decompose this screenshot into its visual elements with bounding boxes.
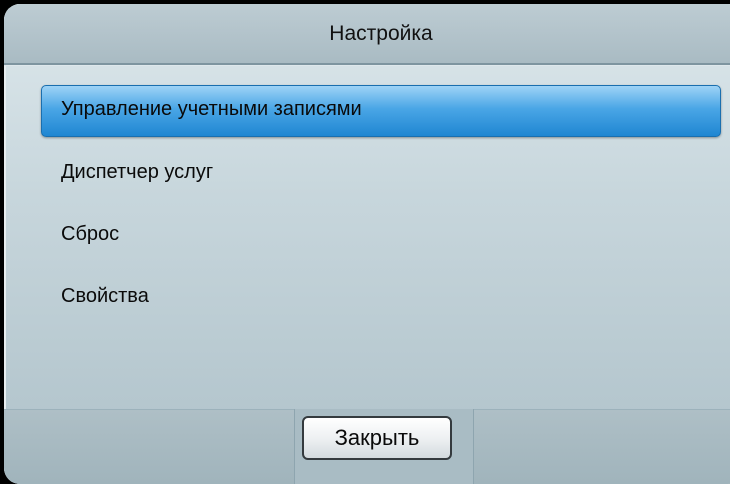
settings-dialog: Настройка Управление учетными записями Д…	[4, 4, 730, 484]
dialog-title: Настройка	[329, 22, 433, 45]
dialog-titlebar: Настройка	[4, 4, 730, 65]
close-button[interactable]: Закрыть	[302, 416, 452, 460]
menu-item-accounts-label: Управление учетными записями	[61, 98, 362, 120]
menu-item-properties[interactable]: Свойства	[61, 285, 149, 308]
menu-item-service-manager[interactable]: Диспетчер услуг	[61, 161, 213, 184]
menu-item-reset[interactable]: Сброс	[61, 223, 119, 246]
